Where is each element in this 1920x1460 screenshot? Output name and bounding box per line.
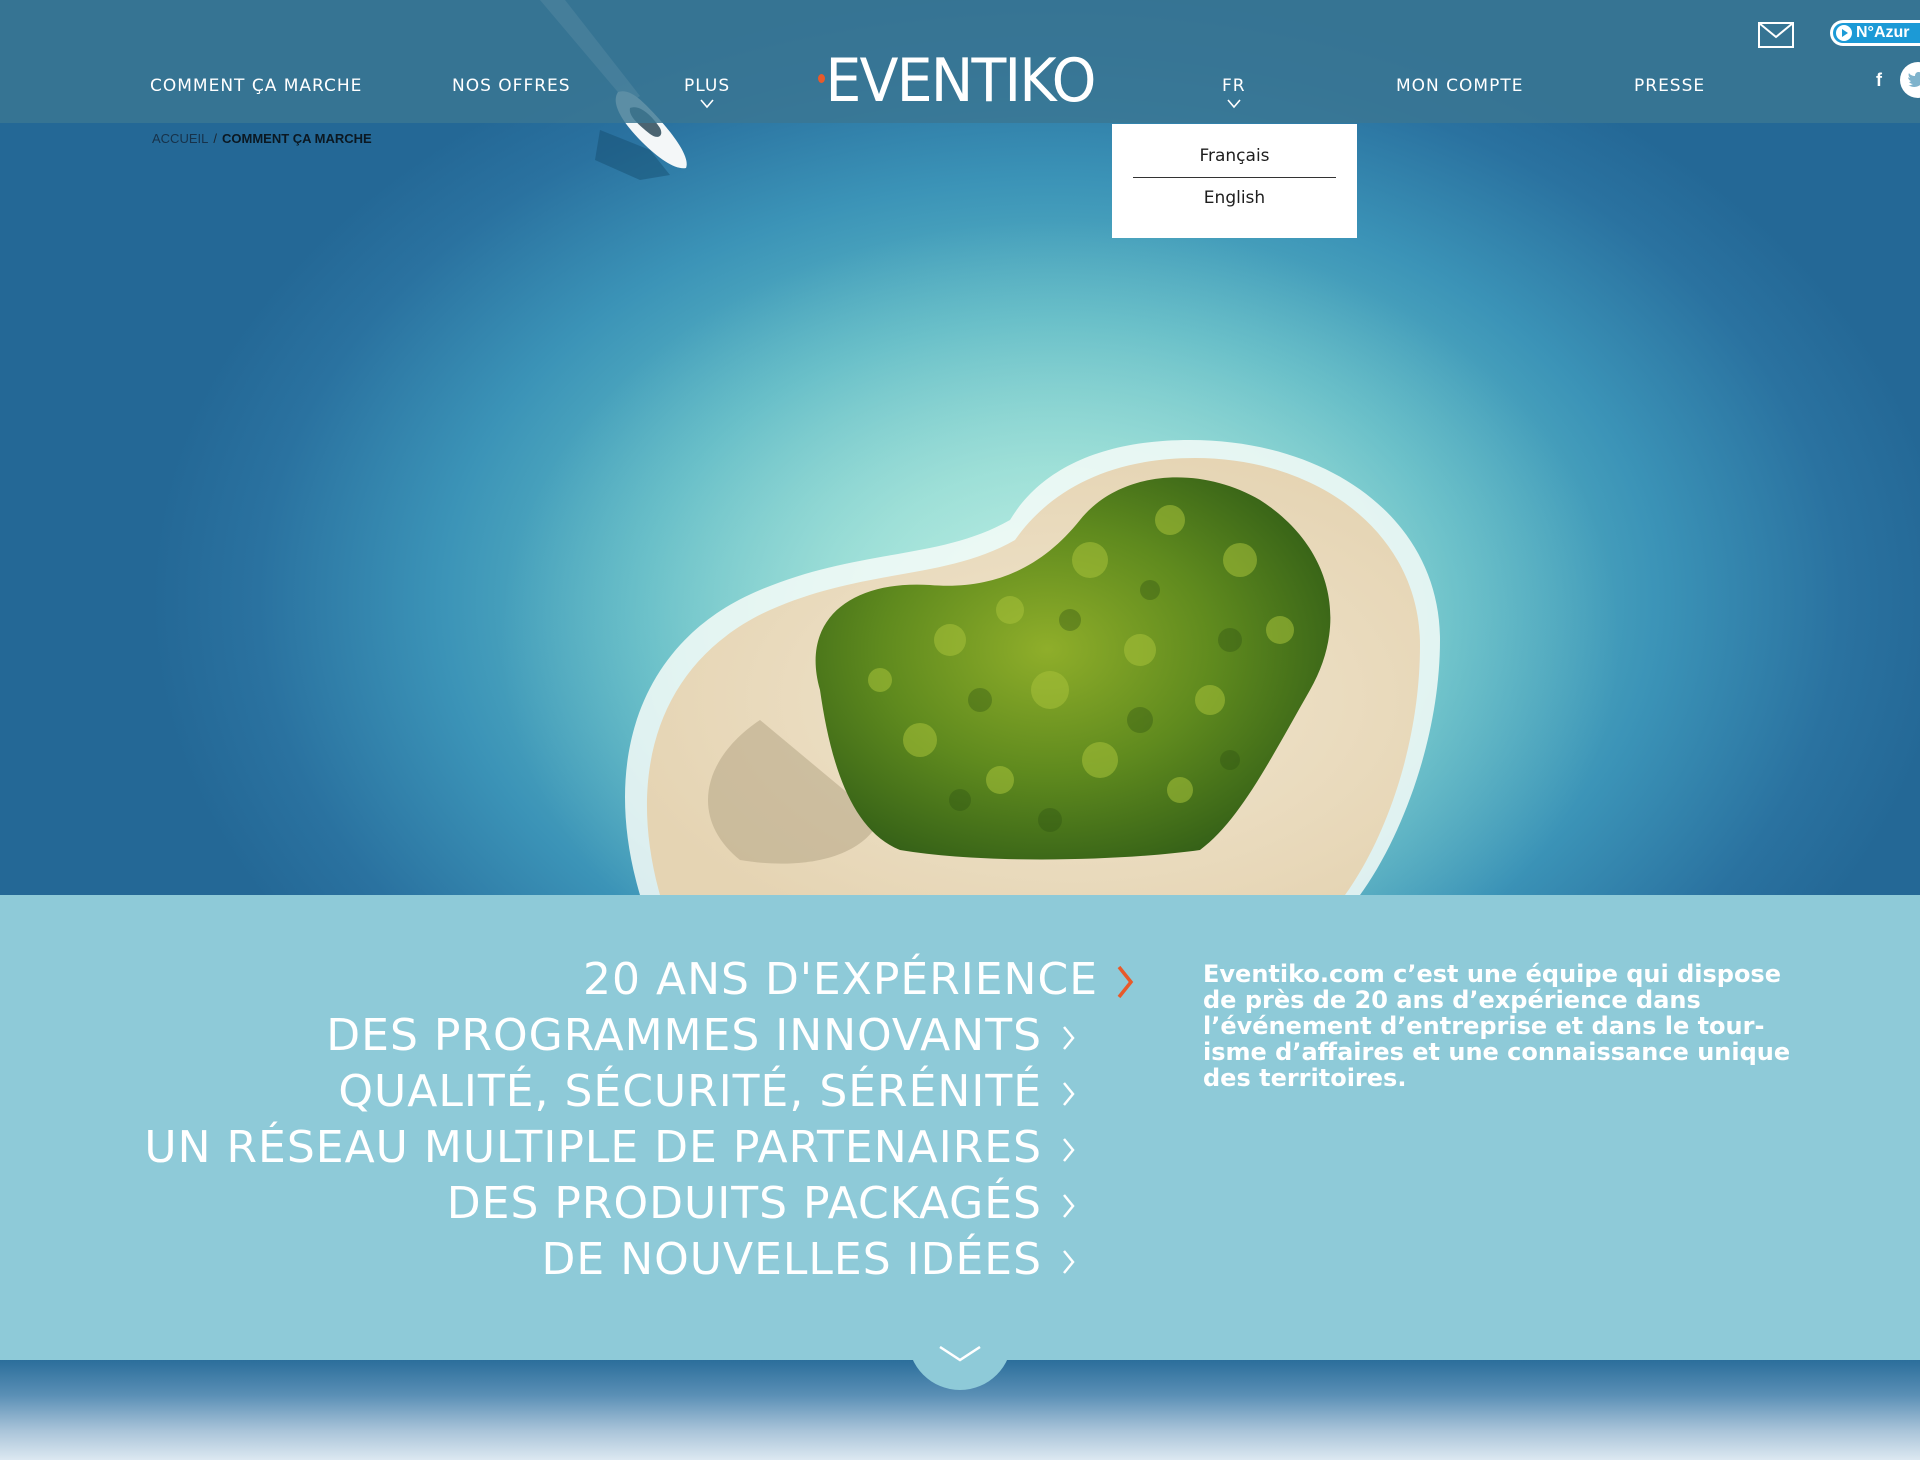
twitter-icon[interactable] — [1900, 62, 1920, 98]
top-navigation: COMMENT ÇA MARCHE NOS OFFRES PLUS EVENTI… — [0, 0, 1920, 123]
nav-nos-offres[interactable]: NOS OFFRES — [452, 76, 571, 96]
nav-plus[interactable]: PLUS — [684, 76, 730, 96]
breadcrumb-home[interactable]: ACCUEIL — [152, 131, 208, 146]
chevron-right-icon — [1063, 1082, 1075, 1106]
n-azur-label: N°Azur — [1856, 24, 1910, 41]
play-icon — [1836, 25, 1852, 41]
mail-icon[interactable] — [1758, 22, 1794, 48]
feature-label: DES PRODUITS PACKAGÉS — [446, 1178, 1042, 1229]
nav-mon-compte[interactable]: MON COMPTE — [1396, 76, 1523, 96]
feature-item-reseau[interactable]: UN RÉSEAU MULTIPLE DE PARTENAIRES — [144, 1123, 1076, 1173]
feature-item-programmes[interactable]: DES PROGRAMMES INNOVANTS — [326, 1011, 1076, 1061]
eventiko-logo[interactable]: EVENTIKO — [815, 50, 1105, 112]
feature-item-idees[interactable]: DE NOUVELLES IDÉES — [542, 1235, 1076, 1285]
company-description: Eventiko.com c’est une équipe qui dispos… — [1203, 960, 1791, 1092]
breadcrumb-current: COMMENT ÇA MARCHE — [221, 131, 372, 146]
features-panel: 20 ANS D'EXPÉRIENCE DES PROGRAMMES INNOV… — [0, 895, 1920, 1360]
breadcrumb: ACCUEIL / COMMENT ÇA MARCHE — [152, 131, 372, 147]
feature-label: DE NOUVELLES IDÉES — [541, 1234, 1042, 1285]
breadcrumb-separator: / — [213, 131, 217, 146]
n-azur-badge[interactable]: N°Azur — [1830, 20, 1920, 46]
facebook-icon[interactable]: f — [1876, 70, 1882, 90]
chevron-right-icon — [1063, 1250, 1075, 1274]
lang-divider — [1133, 177, 1336, 178]
language-dropdown: Français English — [1112, 124, 1357, 238]
feature-item-experience[interactable]: 20 ANS D'EXPÉRIENCE — [583, 955, 1134, 1005]
chevron-right-icon — [1063, 1026, 1075, 1050]
feature-label: DES PROGRAMMES INNOVANTS — [326, 1010, 1042, 1061]
chevron-right-icon — [1063, 1194, 1075, 1218]
feature-label: 20 ANS D'EXPÉRIENCE — [583, 954, 1098, 1005]
lang-option-francais[interactable]: Français — [1112, 146, 1357, 166]
feature-item-qualite[interactable]: QUALITÉ, SÉCURITÉ, SÉRÉNITÉ — [338, 1067, 1076, 1117]
twitter-bird-icon — [1908, 72, 1920, 87]
nav-language-fr[interactable]: FR — [1222, 76, 1246, 96]
feature-item-produits[interactable]: DES PRODUITS PACKAGÉS — [447, 1179, 1076, 1229]
lang-option-english[interactable]: English — [1112, 188, 1357, 208]
feature-label: UN RÉSEAU MULTIPLE DE PARTENAIRES — [144, 1122, 1042, 1173]
nav-comment-ca-marche[interactable]: COMMENT ÇA MARCHE — [150, 76, 362, 96]
logo-accent-dot — [818, 74, 825, 83]
chevron-right-icon — [1063, 1138, 1075, 1162]
chevron-right-icon — [1117, 965, 1134, 999]
chevron-down-icon[interactable] — [700, 99, 714, 109]
chevron-down-icon[interactable] — [1227, 99, 1241, 109]
feature-label: QUALITÉ, SÉCURITÉ, SÉRÉNITÉ — [338, 1066, 1042, 1117]
nav-presse[interactable]: PRESSE — [1634, 76, 1705, 96]
chevron-down-icon — [939, 1346, 981, 1362]
